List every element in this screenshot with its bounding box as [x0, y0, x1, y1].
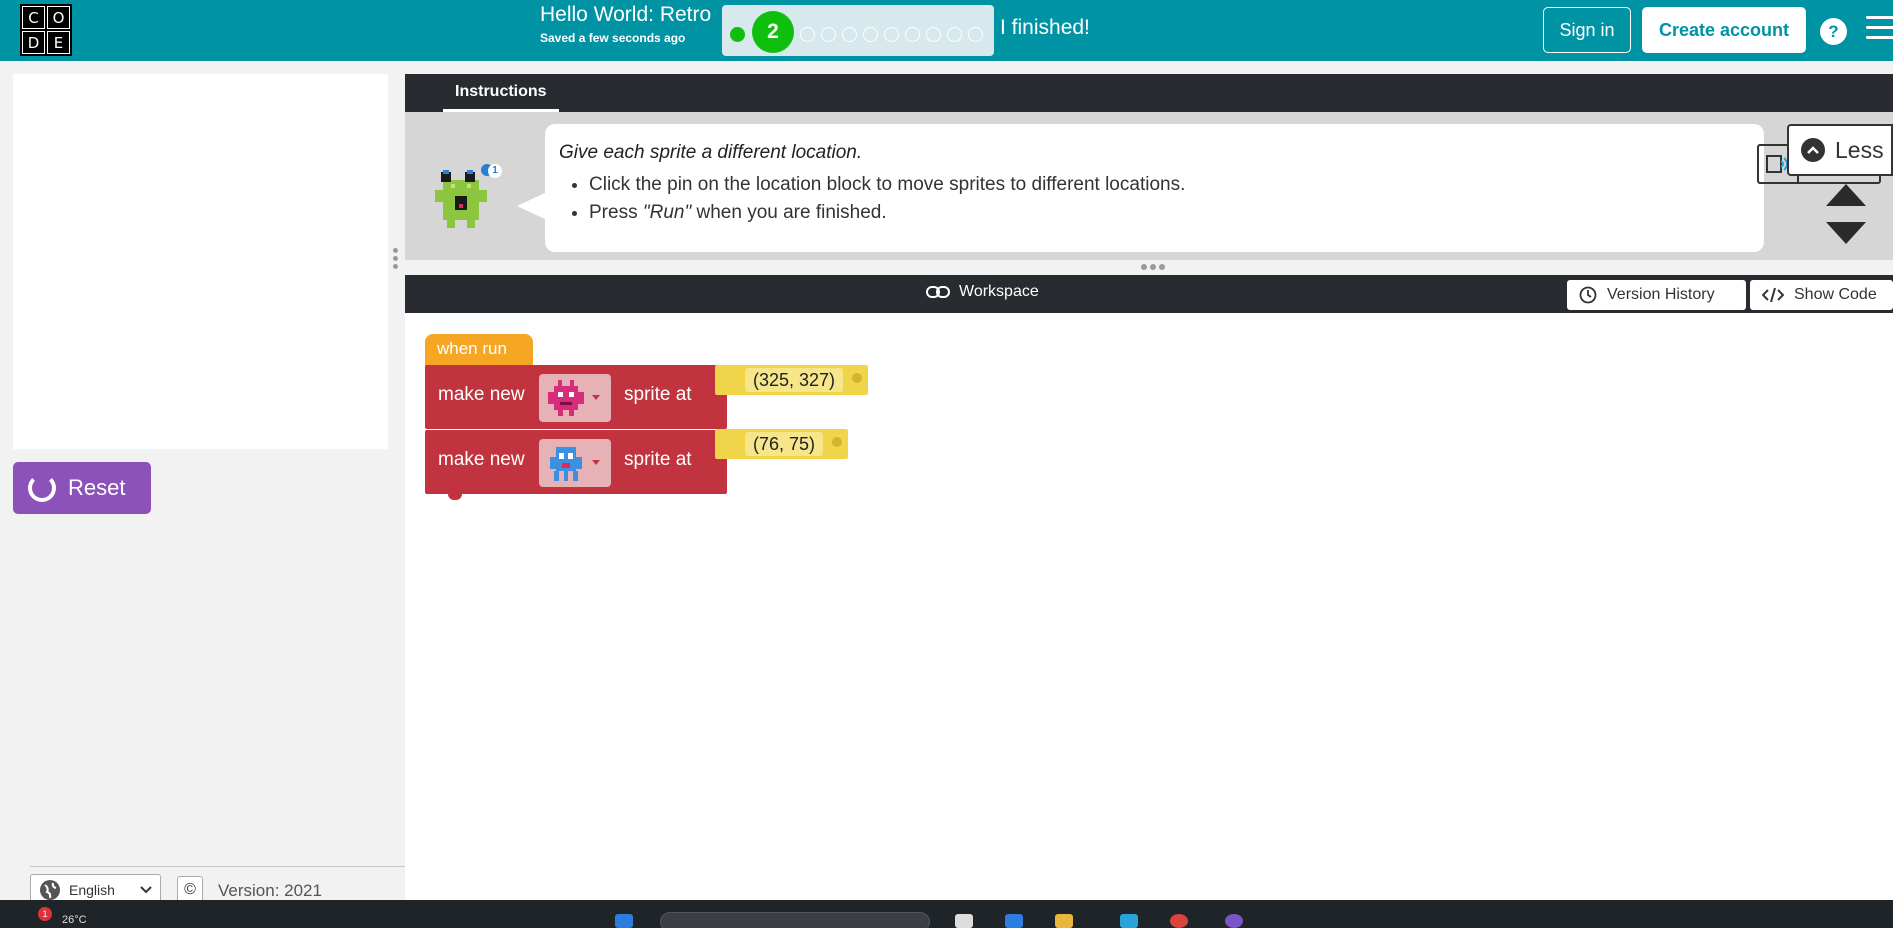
reset-button[interactable]: Reset	[13, 462, 151, 514]
workspace-title-label: Workspace	[959, 283, 1039, 300]
workspace-title: Workspace	[925, 283, 1039, 301]
level-dot-current[interactable]: 2	[752, 11, 794, 53]
tab-instructions[interactable]: Instructions	[443, 74, 559, 112]
code-icon	[1762, 287, 1784, 303]
show-code-label: Show Code	[1794, 286, 1877, 303]
help-icon[interactable]: ?	[1820, 18, 1847, 45]
instruction-bullet-2-prefix: Press	[589, 202, 643, 223]
weather-temperature[interactable]: 26°C	[62, 914, 87, 926]
os-taskbar: 1 26°C	[0, 900, 1893, 928]
taskbar-search[interactable]	[660, 912, 930, 928]
file-explorer-icon[interactable]	[1055, 914, 1073, 928]
create-account-button[interactable]: Create account	[1642, 7, 1806, 53]
when-run-block[interactable]: when run	[425, 334, 533, 366]
instruction-list: Click the pin on the location block to m…	[589, 174, 1185, 230]
sign-in-button[interactable]: Sign in	[1543, 7, 1631, 53]
logo-letter-c: C	[22, 6, 45, 29]
app-icon[interactable]	[1225, 914, 1243, 928]
level-dot-10[interactable]	[947, 27, 962, 42]
instructions-tab-bar: Instructions	[405, 74, 1893, 112]
location-block-1[interactable]: (325, 327)	[715, 365, 868, 395]
notification-badge[interactable]: 1	[38, 907, 52, 921]
location-value-2[interactable]: (76, 75)	[745, 432, 824, 456]
level-dot-3[interactable]	[800, 27, 815, 42]
chevron-down-icon	[592, 460, 600, 465]
instruction-bullet-1: Click the pin on the location block to m…	[589, 174, 1185, 196]
game-visualization-area	[13, 74, 388, 449]
instructions-panel: 1 Give each sprite a different location.…	[405, 112, 1893, 260]
instruction-bullet-2-suffix: when you are finished.	[691, 202, 887, 223]
pink-alien-sprite-icon	[548, 380, 584, 416]
logo-letter-o: O	[47, 6, 70, 29]
blockly-workspace[interactable]: when run make new sprite at (325, 327) m…	[405, 313, 1893, 900]
hint-badge[interactable]: 1	[488, 164, 502, 178]
location-pin-icon[interactable]	[832, 437, 842, 447]
location-pin-icon[interactable]	[852, 373, 862, 383]
level-dot-7[interactable]	[884, 27, 899, 42]
version-history-label: Version History	[1607, 286, 1715, 303]
edge-icon[interactable]	[1005, 914, 1023, 928]
project-title: Hello World: Retro	[540, 3, 712, 26]
hamburger-menu-icon[interactable]	[1866, 16, 1893, 42]
sprite-dropdown[interactable]	[539, 439, 611, 487]
workspace-header: Workspace Version History Show Code	[405, 275, 1893, 313]
instructions-resize-handle[interactable]	[1141, 264, 1165, 270]
instruction-bullet-1-text: Click the pin on the location block to m…	[589, 174, 1186, 195]
reset-label: Reset	[68, 475, 126, 500]
location-value-1[interactable]: (325, 327)	[745, 368, 844, 392]
speech-bubble-tail	[517, 192, 547, 220]
make-new-label: make new	[438, 384, 525, 405]
chrome-icon[interactable]	[1170, 914, 1188, 928]
make-new-label: make new	[438, 449, 525, 470]
instruction-run-emphasis: "Run"	[642, 202, 692, 223]
sprite-at-label: sprite at	[624, 384, 692, 405]
i-finished-link[interactable]: I finished!	[1000, 16, 1090, 40]
link-icon	[926, 286, 950, 298]
sprite-dropdown[interactable]	[539, 374, 611, 422]
clock-icon	[1579, 286, 1597, 304]
task-view-icon[interactable]	[955, 914, 973, 928]
level-dot-6[interactable]	[863, 27, 878, 42]
make-sprite-block-1[interactable]: make new sprite at	[425, 365, 727, 429]
saved-status: Saved a few seconds ago	[540, 31, 686, 45]
top-header: C O D E Hello World: Retro Saved a few s…	[0, 0, 1893, 61]
version-history-button[interactable]: Version History	[1567, 280, 1746, 310]
level-dot-1[interactable]	[730, 27, 745, 42]
level-dot-9[interactable]	[926, 27, 941, 42]
start-icon[interactable]	[615, 914, 633, 928]
level-dot-4[interactable]	[821, 27, 836, 42]
level-progress: 2	[722, 5, 994, 56]
language-value: English	[69, 882, 115, 898]
chevron-down-icon	[592, 395, 600, 400]
less-button[interactable]: Less	[1787, 124, 1893, 176]
sprite-at-label: sprite at	[624, 449, 692, 470]
store-icon[interactable]	[1120, 914, 1138, 928]
globe-icon	[40, 880, 60, 900]
block-connector-notch	[448, 494, 462, 500]
instruction-main-text: Give each sprite a different location.	[559, 142, 863, 163]
code-org-logo[interactable]: C O D E	[20, 4, 72, 56]
location-block-2[interactable]: (76, 75)	[715, 429, 848, 459]
panel-resize-handle[interactable]	[393, 248, 399, 274]
level-dot-8[interactable]	[905, 27, 920, 42]
less-label: Less	[1835, 136, 1884, 163]
footer: English © Version: 2021	[30, 866, 405, 906]
collapse-icon	[1801, 138, 1825, 162]
reset-icon	[28, 474, 56, 502]
make-sprite-block-2[interactable]: make new sprite at	[425, 430, 727, 494]
scroll-down-icon[interactable]	[1826, 222, 1866, 244]
show-code-button[interactable]: Show Code	[1750, 280, 1893, 310]
blue-alien-sprite-icon	[550, 447, 582, 481]
level-dot-5[interactable]	[842, 27, 857, 42]
logo-letter-d: D	[22, 31, 45, 54]
scroll-up-icon[interactable]	[1826, 184, 1866, 206]
instruction-bullet-2: Press "Run" when you are finished.	[589, 202, 1185, 224]
logo-letter-e: E	[47, 31, 70, 54]
chevron-down-icon	[140, 886, 152, 894]
version-label: Version: 2021	[218, 881, 322, 900]
level-dot-11[interactable]	[968, 27, 983, 42]
instruction-bubble: Give each sprite a different location. C…	[545, 124, 1881, 252]
